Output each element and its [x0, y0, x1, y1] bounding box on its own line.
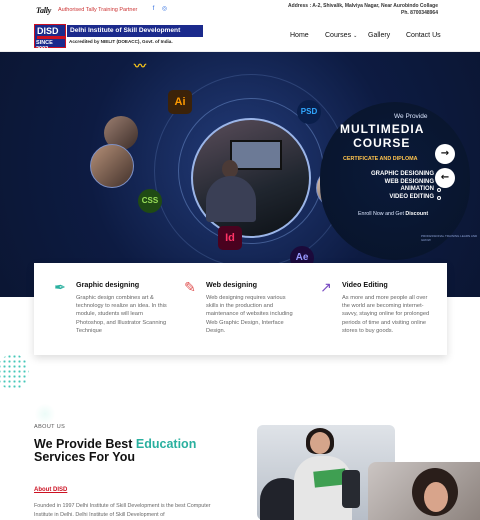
feature-description: Graphic design combines art & technology… [76, 295, 167, 334]
nav-contact[interactable]: Contact Us [406, 32, 441, 39]
course-bullet-icon [437, 188, 441, 192]
feature-description: Web designing requires various skills in… [206, 295, 293, 334]
video-icon: ↗ [320, 279, 332, 295]
nav-courses-label: Courses [325, 32, 352, 39]
logo-mark: DISD SINCE 2002 [34, 24, 66, 52]
feature-title: Web designing [206, 280, 257, 289]
enroll-text: Enroll Now and Get Discount [358, 211, 428, 217]
logo-mini-bar [37, 36, 65, 39]
feature-video-editing[interactable]: ↗ Video Editing As more and more people … [300, 263, 437, 355]
about-disd-link[interactable]: About DISD [34, 487, 67, 493]
facebook-icon[interactable]: f [150, 6, 157, 13]
enroll-prefix: Enroll Now and Get [358, 211, 404, 217]
course-title-line1: MULTIMEDIA [340, 122, 425, 136]
features-card: ✒ Graphic designing Graphic design combi… [34, 263, 447, 355]
course-list-item: VIDEO EDITING [389, 193, 434, 200]
bag-illustration [342, 470, 360, 508]
feature-description: As more and more people all over the wor… [342, 295, 430, 334]
course-list-item: ANIMATION [400, 186, 434, 192]
nav-courses[interactable]: Courses ⌄ [325, 32, 357, 39]
address-text: Address : A-2, Shivalik, Malviya Nagar, … [288, 3, 438, 9]
student-face-illustration [310, 432, 330, 454]
illustrator-icon: Ai [168, 90, 192, 114]
feature-graphic-designing[interactable]: ✒ Graphic designing Graphic design combi… [34, 263, 171, 355]
slider-next-button[interactable]: → [435, 144, 455, 164]
web-icon: ✎ [184, 279, 196, 295]
css-icon: CSS [138, 189, 162, 213]
instagram-icon[interactable]: ◎ [161, 6, 168, 13]
about-heading-highlight: Education [135, 437, 197, 451]
about-heading-prefix: We Provide Best [34, 437, 133, 451]
student-body-illustration [206, 176, 256, 222]
pen-icon: ✒ [54, 279, 66, 295]
tally-logo: Tally [36, 6, 52, 15]
site-logo[interactable]: DISD SINCE 2002 Delhi Institute of Skill… [34, 24, 204, 52]
course-certificate: CERTIFICATE AND DIPLOMA [343, 156, 418, 162]
phone-text: Ph. 8700348964 [401, 10, 438, 16]
logo-accreditation: Accredited by NIELIT (DOEACC), Govt. of … [69, 39, 173, 44]
logo-since: SINCE 2002 [36, 40, 53, 52]
feature-title: Video Editing [342, 280, 388, 289]
discount-word: Discount [405, 211, 429, 217]
tiny-brand-text: PROFESSIONAL TRAINING LEARN AND GROW [421, 234, 478, 242]
address-block: Address : A-2, Shivalik, Malviya Nagar, … [268, 3, 438, 17]
course-list-item: WEB DESIGNING [384, 178, 434, 185]
course-list-item: GRAPHIC DESIGNING [370, 171, 434, 177]
main-navigation: DISD SINCE 2002 Delhi Institute of Skill… [0, 21, 480, 52]
monitor-illustration [230, 140, 282, 170]
yellow-squiggle-icon: 〰 [134, 59, 147, 73]
about-heading-line1: We Provide Best Education [34, 437, 196, 451]
about-label: ABOUT US [34, 424, 66, 430]
logo-name: Delhi Institute of Skill Development [67, 25, 203, 37]
about-heading-line2: Services For You [34, 450, 135, 464]
course-we-provide: We Provide [394, 113, 428, 120]
decorative-circle [35, 403, 55, 425]
photoshop-icon: PSD [297, 100, 321, 124]
course-title-line2: COURSE [353, 136, 411, 150]
chevron-down-icon: ⌄ [353, 33, 358, 39]
slider-prev-button[interactable]: ← [435, 168, 455, 188]
student-face-illustration [424, 482, 448, 512]
course-bullet-icon [437, 196, 441, 200]
top-bar: Tally Authorised Tally Training Partner … [0, 0, 480, 21]
student-photo-2 [90, 144, 134, 188]
partner-text: Authorised Tally Training Partner [58, 7, 138, 13]
feature-title: Graphic designing [76, 280, 140, 289]
course-title: MULTIMEDIA COURSE [340, 122, 424, 150]
logo-short: DISD [37, 26, 59, 36]
course-list: GRAPHIC DESIGNING WEB DESIGNING ANIMATIO… [360, 171, 434, 201]
nav-gallery[interactable]: Gallery [368, 32, 390, 39]
feature-web-designing[interactable]: ✎ Web designing Web designing requires v… [164, 263, 301, 355]
page: Tally Authorised Tally Training Partner … [0, 0, 480, 520]
about-paragraph: Founded in 1997 Delhi Institute of Skill… [34, 503, 211, 518]
indesign-icon: Id [218, 226, 242, 250]
nav-home[interactable]: Home [290, 32, 309, 39]
